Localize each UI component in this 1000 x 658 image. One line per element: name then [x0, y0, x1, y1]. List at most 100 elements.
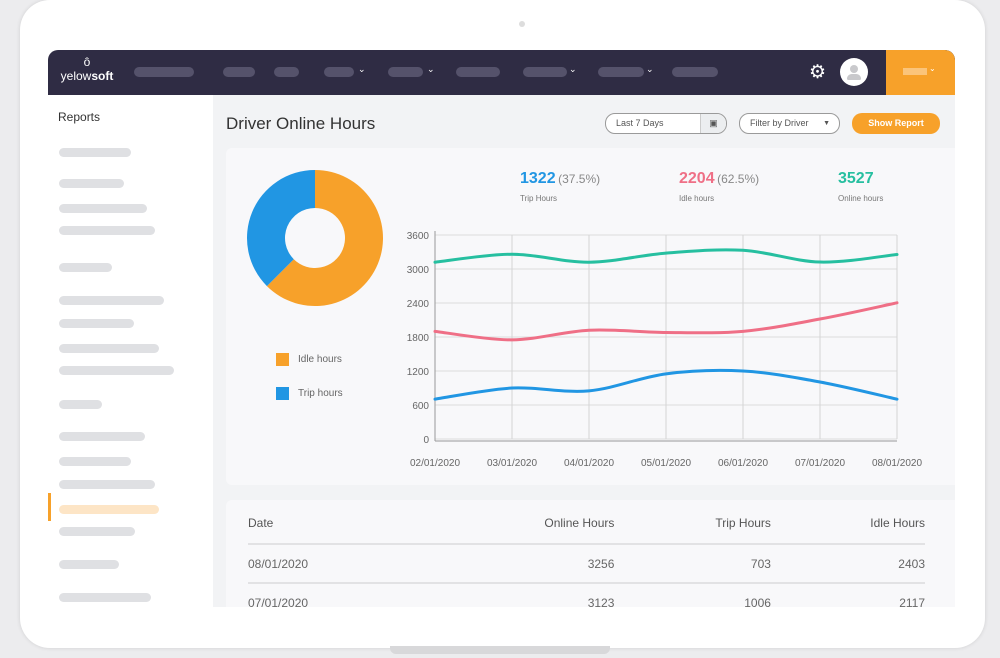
legend-label: Idle hours [298, 354, 342, 366]
stat-label: Idle hours [679, 194, 715, 203]
calendar-icon[interactable]: ▣ [700, 114, 726, 133]
stat-label: Online hours [838, 194, 884, 203]
camera [519, 21, 525, 27]
column-header-date[interactable]: Date [248, 503, 418, 545]
y-tick-label: 3600 [407, 231, 430, 242]
sidebar-item[interactable] [59, 226, 155, 235]
nav-item-dropdown[interactable] [598, 67, 644, 77]
logo-text-bold: soft [91, 69, 114, 83]
sidebar-item[interactable] [59, 560, 119, 569]
sidebar-item[interactable] [59, 480, 155, 489]
column-header-online[interactable]: Online Hours [417, 503, 615, 545]
y-tick-label: 3000 [407, 265, 430, 276]
logo[interactable]: ô yelowsoft [60, 56, 114, 84]
x-tick-label: 07/01/2020 [795, 458, 845, 469]
sidebar-item[interactable] [59, 400, 102, 409]
table-header-row: Date Online Hours Trip Hours Idle Hours [248, 503, 925, 545]
stat-idle-hours: 2204 (62.5%) Idle hours [679, 170, 759, 203]
sidebar-item[interactable] [59, 366, 174, 375]
stat-pct: (37.5%) [558, 172, 601, 186]
stat-value: 3527 [838, 170, 874, 187]
nav-item[interactable] [456, 67, 500, 77]
cell-date: 08/01/2020 [248, 544, 418, 584]
stat-value: 2204 [679, 170, 715, 187]
nav-item[interactable] [134, 67, 194, 77]
sidebar: Reports [48, 95, 213, 607]
nav-item[interactable] [672, 67, 718, 77]
x-tick-label: 05/01/2020 [641, 458, 691, 469]
chevron-down-icon: ⌄ [929, 64, 936, 73]
sidebar-item[interactable] [59, 527, 135, 536]
legend-trip: Trip hours [276, 387, 343, 400]
y-tick-label: 0 [423, 435, 429, 446]
sidebar-item[interactable] [59, 296, 164, 305]
sidebar-item[interactable] [59, 263, 112, 272]
y-tick-label: 1200 [407, 367, 430, 378]
x-tick-label: 06/01/2020 [718, 458, 768, 469]
cell-online: 3256 [417, 544, 615, 584]
nav-item-dropdown[interactable] [388, 67, 423, 77]
stat-label: Trip Hours [520, 194, 558, 203]
show-report-button[interactable]: Show Report [852, 113, 940, 134]
x-tick-label: 04/01/2020 [564, 458, 614, 469]
top-navbar: ô yelowsoft ⌄ ⌄ ⌄ ⌄ ⚙ ⌄ [48, 50, 955, 95]
hours-table: Date Online Hours Trip Hours Idle Hours … [248, 503, 925, 607]
sidebar-item[interactable] [59, 457, 131, 466]
sidebar-item[interactable] [59, 593, 151, 602]
gear-icon[interactable]: ⚙ [809, 63, 826, 82]
device-base [390, 646, 610, 654]
app-screen: ô yelowsoft ⌄ ⌄ ⌄ ⌄ ⚙ ⌄ Reports Driver On… [48, 50, 955, 607]
sidebar-item[interactable] [59, 432, 145, 441]
nav-item[interactable] [223, 67, 255, 77]
chevron-down-icon: ⌄ [569, 64, 577, 74]
caret-down-icon: ▼ [823, 120, 830, 127]
logo-text: yelow [60, 69, 92, 83]
driver-filter-select[interactable]: Filter by Driver ▼ [739, 113, 840, 134]
legend-idle: Idle hours [276, 353, 342, 366]
sidebar-item-active[interactable] [59, 505, 159, 514]
cell-trip: 1006 [614, 583, 771, 607]
y-tick-label: 1800 [407, 333, 430, 344]
cell-online: 3123 [417, 583, 615, 607]
nav-item-dropdown[interactable] [324, 67, 354, 77]
stat-online-hours: 3527 Online hours [838, 170, 883, 203]
legend-swatch [276, 387, 289, 400]
x-tick-label: 03/01/2020 [487, 458, 537, 469]
sidebar-title: Reports [58, 110, 101, 124]
sidebar-item[interactable] [59, 204, 147, 213]
x-tick-label: 08/01/2020 [872, 458, 922, 469]
stat-value: 1322 [520, 170, 556, 187]
sidebar-item[interactable] [59, 148, 131, 157]
nav-item[interactable] [274, 67, 299, 77]
sidebar-item[interactable] [59, 344, 159, 353]
avatar[interactable] [840, 58, 868, 86]
stat-pct: (62.5%) [717, 172, 760, 186]
date-range-value: Last 7 Days [616, 118, 664, 128]
legend-swatch [276, 353, 289, 366]
cell-idle: 2117 [770, 583, 925, 607]
x-tick-label: 02/01/2020 [410, 458, 460, 469]
summary-card: 0 600 1200 1800 2400 3000 3600 02/01/2020 03/01/… [226, 148, 955, 485]
date-range-picker[interactable]: Last 7 Days ▣ [605, 113, 727, 134]
chevron-down-icon: ⌄ [358, 64, 366, 74]
active-indicator [48, 493, 51, 521]
stat-trip-hours: 1322 (37.5%) Trip Hours [520, 170, 600, 203]
legend-label: Trip hours [298, 388, 343, 400]
y-tick-label: 600 [412, 401, 429, 412]
nav-item-dropdown[interactable] [523, 67, 567, 77]
sidebar-item[interactable] [59, 319, 134, 328]
account-menu-button[interactable]: ⌄ [886, 50, 955, 95]
page-title: Driver Online Hours [226, 114, 376, 133]
driver-filter-value: Filter by Driver [750, 118, 809, 128]
cell-idle: 2403 [770, 544, 925, 584]
chevron-down-icon: ⌄ [427, 64, 435, 74]
chevron-down-icon: ⌄ [646, 64, 654, 74]
y-tick-label: 2400 [407, 299, 430, 310]
table-row: 07/01/2020 3123 1006 2117 [248, 583, 925, 607]
column-header-idle[interactable]: Idle Hours [770, 503, 925, 545]
cell-trip: 703 [614, 544, 771, 584]
cell-date: 07/01/2020 [248, 583, 418, 607]
sidebar-item[interactable] [59, 179, 124, 188]
column-header-trip[interactable]: Trip Hours [614, 503, 771, 545]
table-row: 08/01/2020 3256 703 2403 [248, 544, 925, 584]
